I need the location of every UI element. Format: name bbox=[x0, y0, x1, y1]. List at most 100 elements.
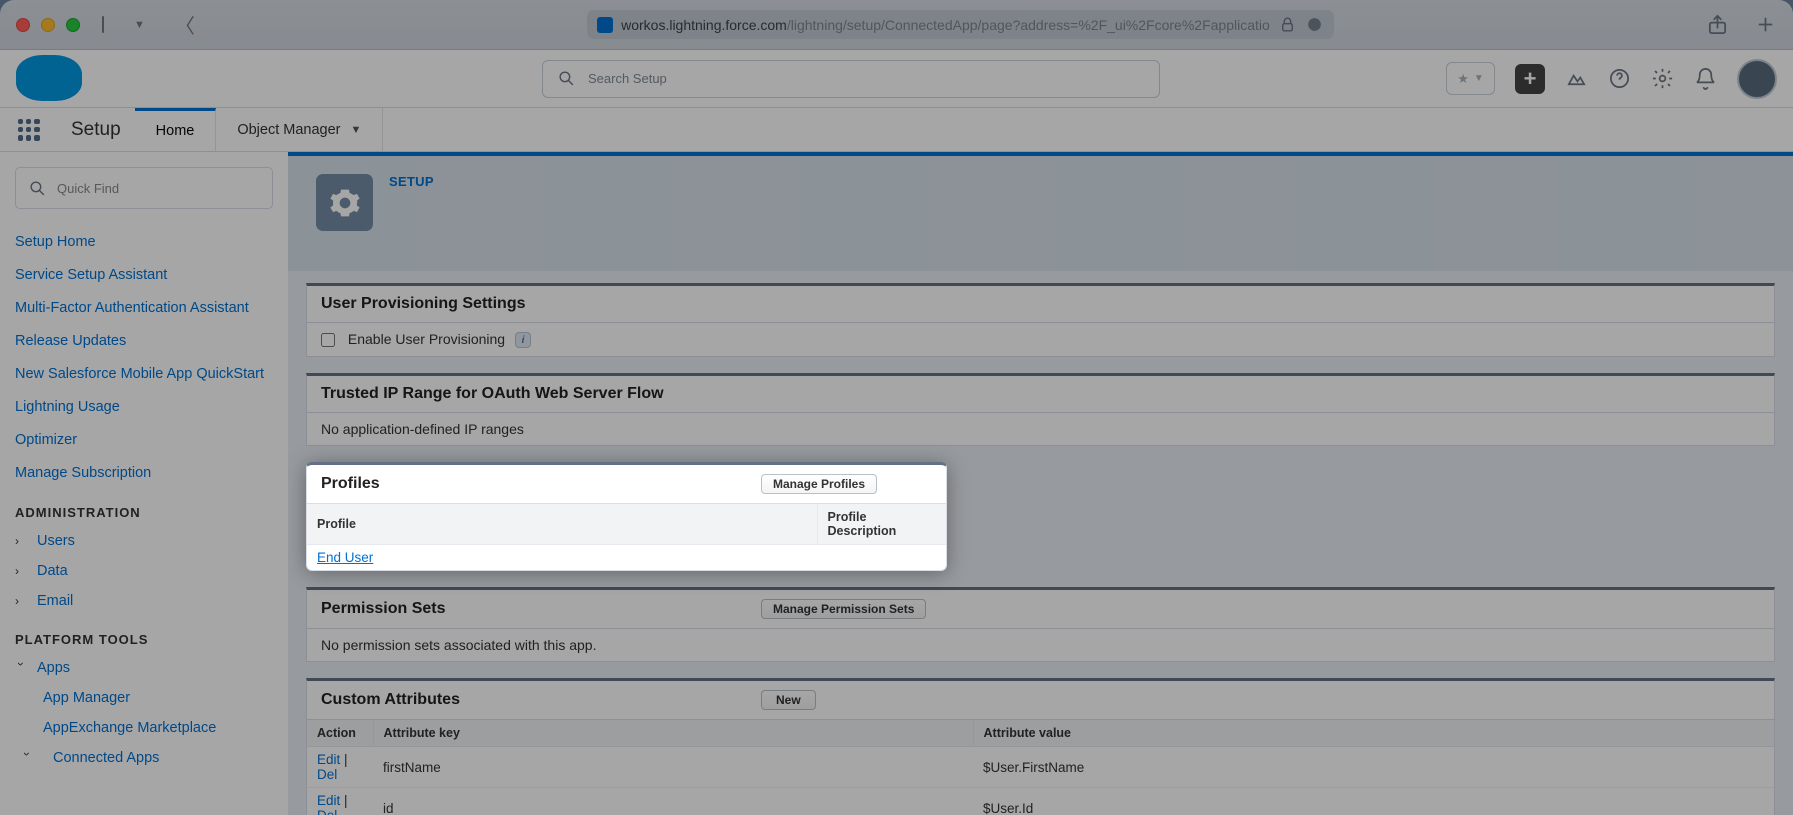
info-icon[interactable]: i bbox=[515, 332, 531, 348]
panel-title: Trusted IP Range for OAuth Web Server Fl… bbox=[321, 385, 1760, 403]
reader-icon[interactable] bbox=[1305, 15, 1324, 34]
profiles-table: Profile Profile Description End User bbox=[307, 504, 946, 570]
quick-find-placeholder: Quick Find bbox=[57, 181, 119, 196]
panel-profiles: Profiles Manage Profiles Profile Profile… bbox=[306, 462, 947, 571]
custom-attributes-table: Action Attribute key Attribute value Edi… bbox=[307, 720, 1774, 815]
new-attribute-button[interactable]: New bbox=[761, 690, 816, 710]
section-administration: ADMINISTRATION bbox=[15, 489, 273, 526]
setup-gear-tile bbox=[316, 174, 373, 231]
col-attribute-value: Attribute value bbox=[973, 720, 1774, 747]
panel-user-provisioning: User Provisioning Settings Enable User P… bbox=[306, 283, 1775, 357]
col-attribute-key: Attribute key bbox=[373, 720, 973, 747]
main-content: SETUP User Provisioning Settings Enable … bbox=[288, 152, 1793, 815]
global-search[interactable]: Search Setup bbox=[542, 60, 1160, 98]
nav-mobile-quickstart[interactable]: New Salesforce Mobile App QuickStart bbox=[15, 357, 273, 390]
col-action: Action bbox=[307, 720, 373, 747]
chevron-down-icon: › bbox=[14, 662, 28, 674]
chevron-right-icon: › bbox=[15, 564, 27, 578]
chevron-down-icon: › bbox=[20, 752, 34, 764]
chevron-down-icon: ▼ bbox=[351, 124, 362, 136]
tree-connected-apps[interactable]: ›Connected Apps bbox=[15, 743, 273, 773]
traffic-lights bbox=[16, 18, 80, 32]
gear-icon[interactable] bbox=[1651, 67, 1674, 90]
context-bar: Setup Home Object Manager ▼ bbox=[0, 108, 1793, 152]
panel-trusted-ip: Trusted IP Range for OAuth Web Server Fl… bbox=[306, 373, 1775, 446]
minimize-window-button[interactable] bbox=[41, 18, 55, 32]
table-row: End User bbox=[307, 545, 946, 571]
browser-toolbar: ▼ 〈 workos.lightning.force.com/lightning… bbox=[0, 0, 1793, 50]
app-launcher-icon[interactable] bbox=[0, 108, 57, 151]
global-actions-button[interactable]: + bbox=[1515, 64, 1545, 94]
col-profile-desc: Profile Description bbox=[817, 504, 946, 545]
sidebar-toggle-icon[interactable] bbox=[102, 17, 104, 32]
nav-service-setup-assistant[interactable]: Service Setup Assistant bbox=[15, 258, 273, 291]
nav-optimizer[interactable]: Optimizer bbox=[15, 423, 273, 456]
trailhead-icon[interactable] bbox=[1565, 67, 1588, 90]
search-icon bbox=[28, 179, 47, 198]
del-link[interactable]: Del bbox=[317, 808, 337, 815]
help-icon[interactable] bbox=[1608, 67, 1631, 90]
browser-url-bar[interactable]: workos.lightning.force.com/lightning/set… bbox=[587, 10, 1334, 39]
fullscreen-window-button[interactable] bbox=[66, 18, 80, 32]
nav-release-updates[interactable]: Release Updates bbox=[15, 324, 273, 357]
edit-link[interactable]: Edit bbox=[317, 793, 340, 808]
tree-app-manager[interactable]: App Manager bbox=[15, 683, 273, 713]
lock-icon bbox=[1278, 15, 1297, 34]
profile-desc-cell bbox=[817, 545, 946, 571]
notifications-icon[interactable] bbox=[1694, 67, 1717, 90]
attr-key: firstName bbox=[373, 747, 973, 788]
site-favicon bbox=[597, 17, 613, 33]
nav-manage-subscription[interactable]: Manage Subscription bbox=[15, 456, 273, 489]
chevron-right-icon: › bbox=[15, 534, 27, 548]
page-header: SETUP bbox=[288, 152, 1793, 271]
manage-profiles-button[interactable]: Manage Profiles bbox=[761, 474, 877, 494]
panel-permission-sets: Permission Sets Manage Permission Sets N… bbox=[306, 587, 1775, 662]
nav-setup-home[interactable]: Setup Home bbox=[15, 225, 273, 258]
favorites-button[interactable]: ★▼ bbox=[1446, 62, 1495, 95]
attr-key: id bbox=[373, 788, 973, 815]
tree-users[interactable]: ›Users bbox=[15, 526, 273, 556]
panel-title: Custom Attributes bbox=[321, 691, 761, 709]
nav-mfa-assistant[interactable]: Multi-Factor Authentication Assistant bbox=[15, 291, 273, 324]
enable-user-provisioning-checkbox[interactable] bbox=[321, 333, 335, 347]
close-window-button[interactable] bbox=[16, 18, 30, 32]
col-profile: Profile bbox=[307, 504, 817, 545]
panel-title: Permission Sets bbox=[321, 600, 761, 618]
search-placeholder: Search Setup bbox=[588, 71, 667, 86]
manage-permission-sets-button[interactable]: Manage Permission Sets bbox=[761, 599, 926, 619]
table-row: Edit | Del firstName $User.FirstName bbox=[307, 747, 1774, 788]
section-platform-tools: PLATFORM TOOLS bbox=[15, 616, 273, 653]
tab-home[interactable]: Home bbox=[135, 108, 217, 151]
no-ip-ranges-message: No application-defined IP ranges bbox=[307, 413, 1774, 445]
tree-appexchange[interactable]: AppExchange Marketplace bbox=[15, 713, 273, 743]
share-icon[interactable] bbox=[1706, 13, 1729, 36]
setup-sidebar: Quick Find Setup Home Service Setup Assi… bbox=[0, 152, 288, 815]
table-row: Edit | Del id $User.Id bbox=[307, 788, 1774, 815]
no-permission-sets-message: No permission sets associated with this … bbox=[307, 629, 1774, 661]
global-header: Search Setup ★▼ + bbox=[0, 50, 1793, 108]
chevron-down-icon[interactable]: ▼ bbox=[134, 19, 145, 31]
tree-apps[interactable]: ›Apps bbox=[15, 653, 273, 683]
quick-find-input[interactable]: Quick Find bbox=[15, 167, 273, 209]
url-text: workos.lightning.force.com/lightning/set… bbox=[621, 17, 1270, 33]
profile-link[interactable]: End User bbox=[317, 550, 373, 565]
del-link[interactable]: Del bbox=[317, 767, 337, 782]
enable-user-provisioning-label: Enable User Provisioning bbox=[348, 331, 505, 347]
attr-value: $User.Id bbox=[973, 788, 1774, 815]
new-tab-icon[interactable] bbox=[1754, 13, 1777, 36]
tab-object-manager[interactable]: Object Manager ▼ bbox=[216, 108, 383, 151]
panel-title: Profiles bbox=[321, 475, 761, 493]
user-avatar[interactable] bbox=[1737, 59, 1777, 99]
salesforce-logo[interactable] bbox=[16, 55, 82, 101]
app-name: Setup bbox=[57, 108, 135, 151]
tree-email[interactable]: ›Email bbox=[15, 586, 273, 616]
tree-data[interactable]: ›Data bbox=[15, 556, 273, 586]
breadcrumb[interactable]: SETUP bbox=[389, 174, 434, 189]
panel-title: User Provisioning Settings bbox=[321, 295, 761, 313]
back-icon[interactable]: 〈 bbox=[175, 10, 195, 39]
edit-link[interactable]: Edit bbox=[317, 752, 340, 767]
search-icon bbox=[557, 69, 576, 88]
chevron-right-icon: › bbox=[15, 594, 27, 608]
attr-value: $User.FirstName bbox=[973, 747, 1774, 788]
nav-lightning-usage[interactable]: Lightning Usage bbox=[15, 390, 273, 423]
